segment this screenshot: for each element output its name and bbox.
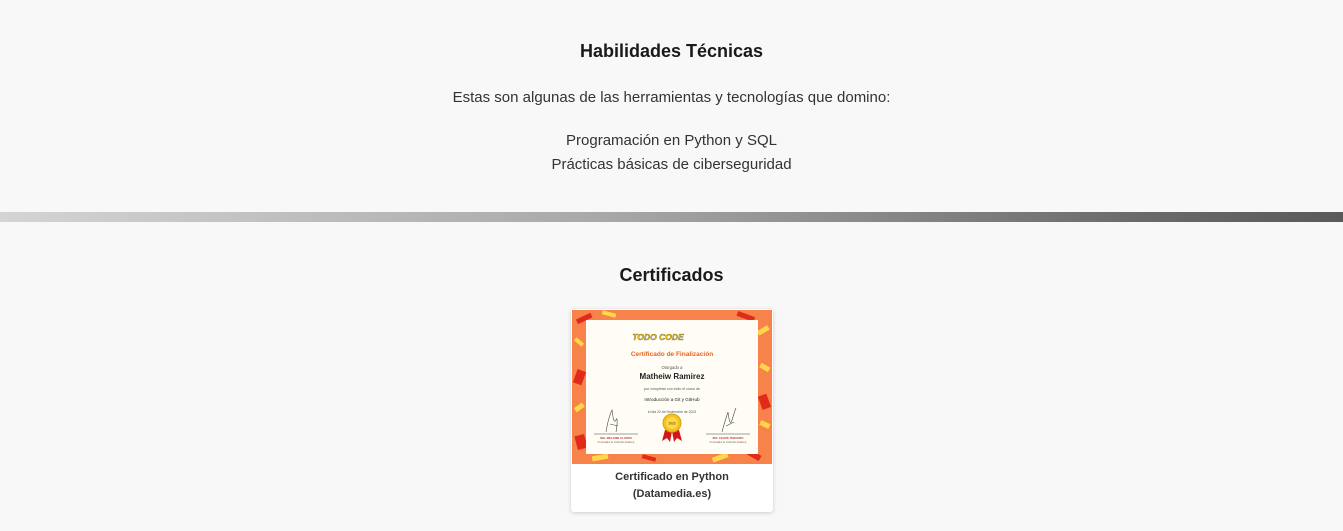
svg-text:Co-fundador de TodoCode Academ: Co-fundador de TodoCode Academy bbox=[709, 441, 747, 444]
svg-text:Co-fundador de TodoCode Academ: Co-fundador de TodoCode Academy bbox=[597, 441, 635, 444]
certificates-section: Certificados TODO CODE Certificado de Fi… bbox=[0, 222, 1343, 531]
certificate-logo: TODO CODE bbox=[632, 332, 684, 342]
certificate-caption: Certificado en Python (Datamedia.es) bbox=[571, 469, 773, 503]
skills-title: Habilidades Técnicas bbox=[579, 41, 764, 61]
skill-item: Programación en Python y SQL bbox=[566, 132, 777, 149]
section-divider bbox=[0, 212, 1343, 222]
skills-intro: Estas son algunas de las herramientas y … bbox=[452, 89, 891, 106]
svg-text:Matheiw Ramirez: Matheiw Ramirez bbox=[640, 372, 705, 381]
svg-text:ING. FELIPE TERCERO: ING. FELIPE TERCERO bbox=[713, 436, 745, 440]
svg-text:Certificado de Finalización: Certificado de Finalización bbox=[631, 351, 713, 358]
svg-text:el día 22 de Noviembre de 2023: el día 22 de Noviembre de 2023 bbox=[648, 410, 696, 414]
skills-list: Programación en Python y SQL Prácticas b… bbox=[0, 129, 1343, 177]
certificate-caption-source: (Datamedia.es) bbox=[632, 488, 712, 500]
svg-text:2023: 2023 bbox=[668, 422, 675, 426]
certificate-image[interactable]: TODO CODE Certificado de Finalización Ot… bbox=[572, 310, 772, 464]
svg-text:Otorgado a: Otorgado a bbox=[662, 365, 684, 370]
certificates-title: Certificados bbox=[619, 265, 724, 285]
skills-section: Habilidades Técnicas Estas son algunas d… bbox=[0, 0, 1343, 212]
certificate-card[interactable]: TODO CODE Certificado de Finalización Ot… bbox=[571, 309, 773, 512]
svg-text:por completar con éxito el cur: por completar con éxito el curso de bbox=[644, 387, 700, 391]
skill-item: Prácticas básicas de ciberseguridad bbox=[551, 156, 792, 173]
certificate-caption-title: Certificado en Python bbox=[615, 471, 729, 483]
svg-text:ING. MELANIE CLAROS: ING. MELANIE CLAROS bbox=[600, 436, 632, 440]
svg-text:Introducción a Git y GitHub: Introducción a Git y GitHub bbox=[644, 397, 700, 402]
